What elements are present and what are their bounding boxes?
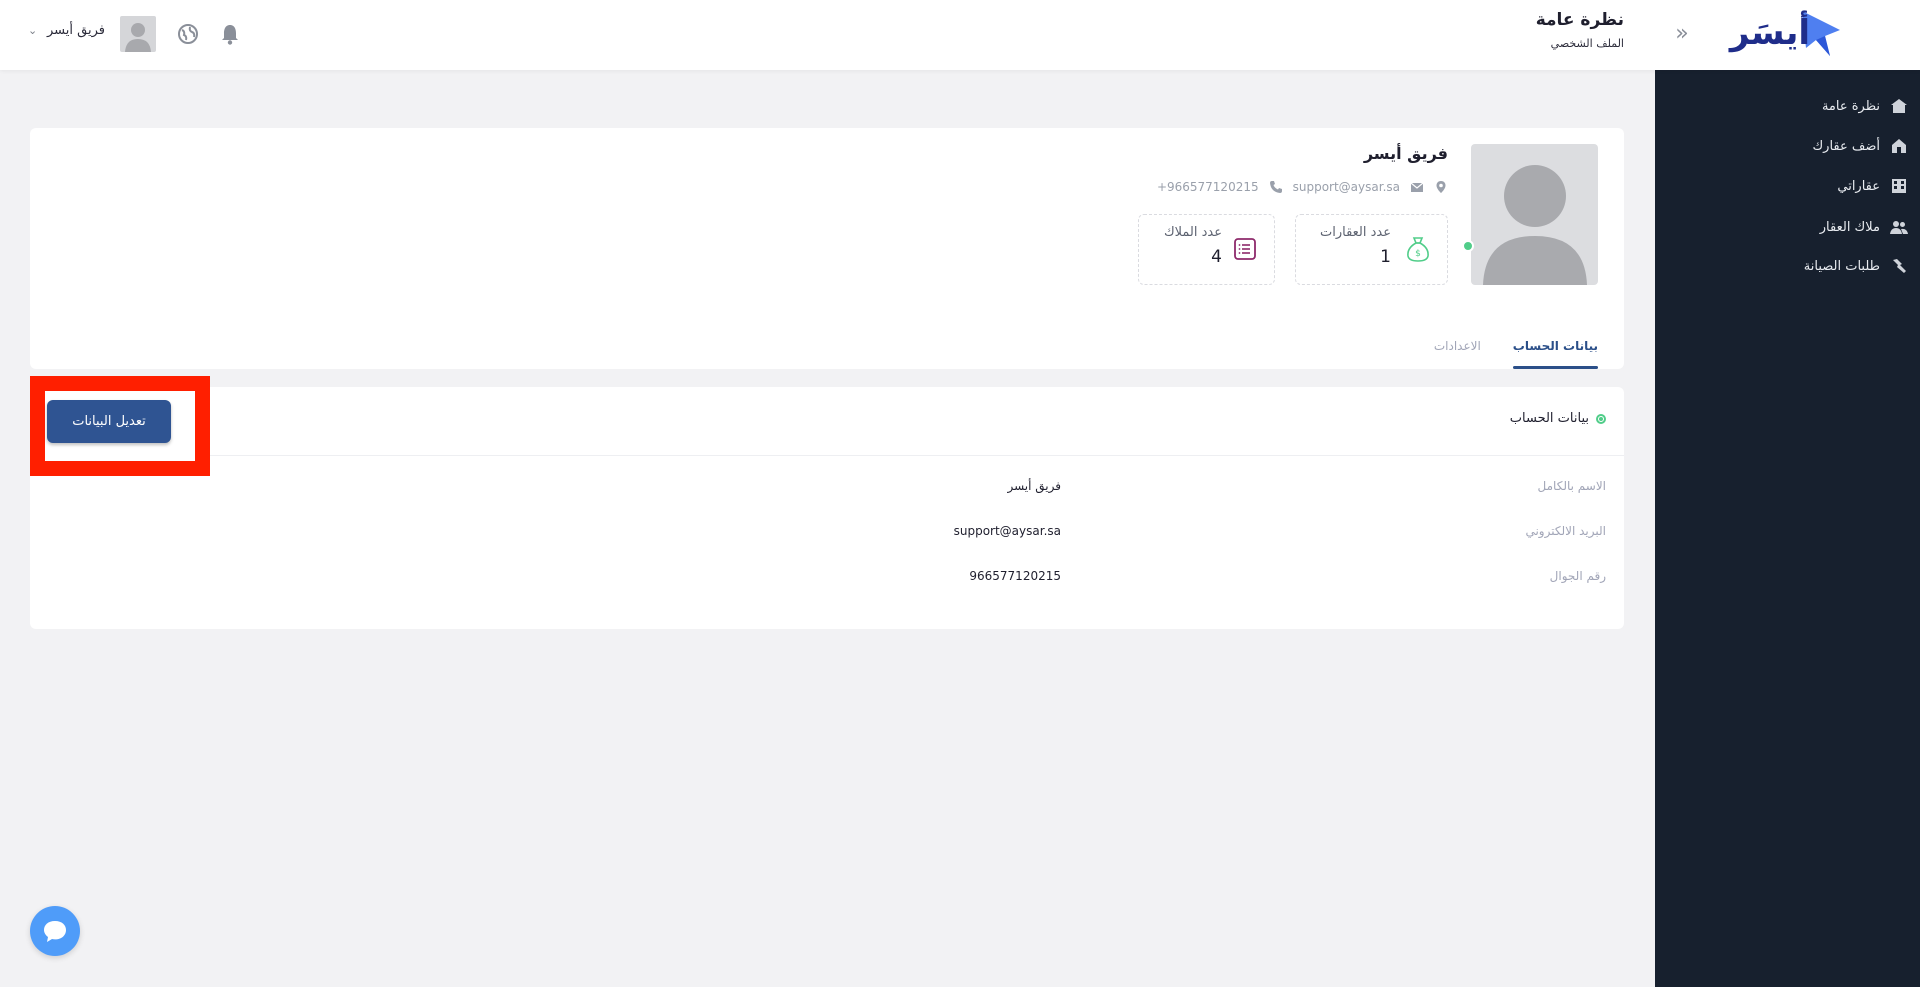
sidebar-item-label: نظرة عامة (1821, 98, 1880, 114)
tab-settings[interactable]: الاعدادات (1434, 316, 1481, 369)
house-add-icon (1890, 137, 1908, 155)
profile-email[interactable]: support@aysar.sa (1293, 180, 1400, 194)
sidebar-item-maintenance[interactable]: طلبات الصيانة (1655, 250, 1920, 282)
svg-text:$: $ (1415, 249, 1421, 259)
section-title: بيانات الحساب (1510, 411, 1606, 426)
mail-icon (1410, 180, 1424, 194)
field-value: فريق أيسر (1007, 479, 1061, 493)
sidebar-item-label: ملاك العقار (1819, 219, 1880, 235)
sidebar-collapse-button[interactable]: « (1672, 22, 1692, 46)
stat-value: 1 (1380, 247, 1391, 267)
contact-info: support@aysar.sa +966577120215 (1157, 178, 1448, 196)
profile-card: فريق أيسر support@aysar.sa +966577120215… (30, 128, 1624, 369)
wrench-icon (1890, 257, 1908, 275)
avatar[interactable] (120, 16, 156, 52)
field-phone: رقم الجوال 966577120215 (46, 569, 1606, 589)
location-pin-icon (1434, 180, 1448, 194)
status-dot-icon (1596, 413, 1606, 424)
online-status-indicator (1462, 240, 1474, 252)
profile-phone[interactable]: +966577120215 (1157, 180, 1259, 194)
section-title-label: بيانات الحساب (1509, 411, 1589, 426)
aysar-logo[interactable]: أيسَر (1720, 8, 1845, 58)
bell-icon[interactable] (220, 22, 240, 46)
field-label: الاسم بالكامل (1537, 479, 1606, 493)
profile-name: فريق أيسر (1363, 144, 1448, 163)
user-name[interactable]: فريق أيسر (47, 23, 105, 38)
list-icon (1232, 235, 1258, 263)
building-icon (1890, 177, 1908, 195)
stat-owners-count: عدد الملاك 4 (1138, 214, 1275, 285)
sidebar-item-owners[interactable]: ملاك العقار (1655, 211, 1920, 243)
field-label: رقم الجوال (1549, 569, 1606, 583)
stat-value: 4 (1211, 247, 1222, 267)
stat-label: عدد العقارات (1319, 225, 1391, 240)
sidebar: نظرة عامة أضف عقارك عقاراتي ملاك العقار … (1655, 70, 1920, 987)
stat-properties-count: $ عدد العقارات 1 (1295, 214, 1448, 285)
phone-icon (1269, 180, 1283, 194)
edit-data-button[interactable]: تعديل البيانات (47, 400, 171, 443)
users-icon (1890, 218, 1908, 236)
sidebar-item-label: عقاراتي (1837, 178, 1880, 194)
breadcrumb[interactable]: الملف الشخصي (1536, 37, 1624, 50)
tab-account-data[interactable]: بيانات الحساب (1512, 316, 1599, 369)
field-value: 966577120215 (969, 569, 1061, 583)
money-bag-icon: $ (1405, 235, 1431, 263)
page-title: نظرة عامة (1535, 10, 1624, 30)
profile-tabs: بيانات الحساب الاعدادات (1402, 316, 1599, 369)
chevron-down-icon[interactable]: ⌄ (28, 24, 37, 37)
globe-icon[interactable] (176, 22, 200, 46)
logo-text: أيسَر (1728, 10, 1810, 53)
profile-avatar (1471, 144, 1598, 285)
sidebar-item-label: أضف عقارك (1812, 138, 1880, 154)
field-value: support@aysar.sa (953, 524, 1061, 538)
account-data-card: بيانات الحساب الاسم بالكامل فريق أيسر ال… (30, 387, 1624, 629)
field-full-name: الاسم بالكامل فريق أيسر (46, 479, 1606, 499)
card-header: بيانات الحساب (30, 387, 1624, 456)
page-heading: نظرة عامة الملف الشخصي (1536, 10, 1624, 50)
sidebar-item-add-property[interactable]: أضف عقارك (1655, 130, 1920, 162)
top-header: أيسَر « نظرة عامة الملف الشخصي فريق أيسر… (0, 0, 1920, 70)
sidebar-item-overview[interactable]: نظرة عامة (1655, 90, 1920, 122)
field-email: البريد الالكتروني support@aysar.sa (46, 524, 1606, 544)
sidebar-item-my-properties[interactable]: عقاراتي (1655, 170, 1920, 202)
chat-button[interactable] (30, 906, 80, 956)
field-label: البريد الالكتروني (1525, 524, 1606, 538)
stat-label: عدد الملاك (1163, 225, 1222, 240)
chat-icon (44, 921, 66, 942)
sidebar-item-label: طلبات الصيانة (1803, 258, 1880, 274)
home-icon (1890, 97, 1908, 115)
